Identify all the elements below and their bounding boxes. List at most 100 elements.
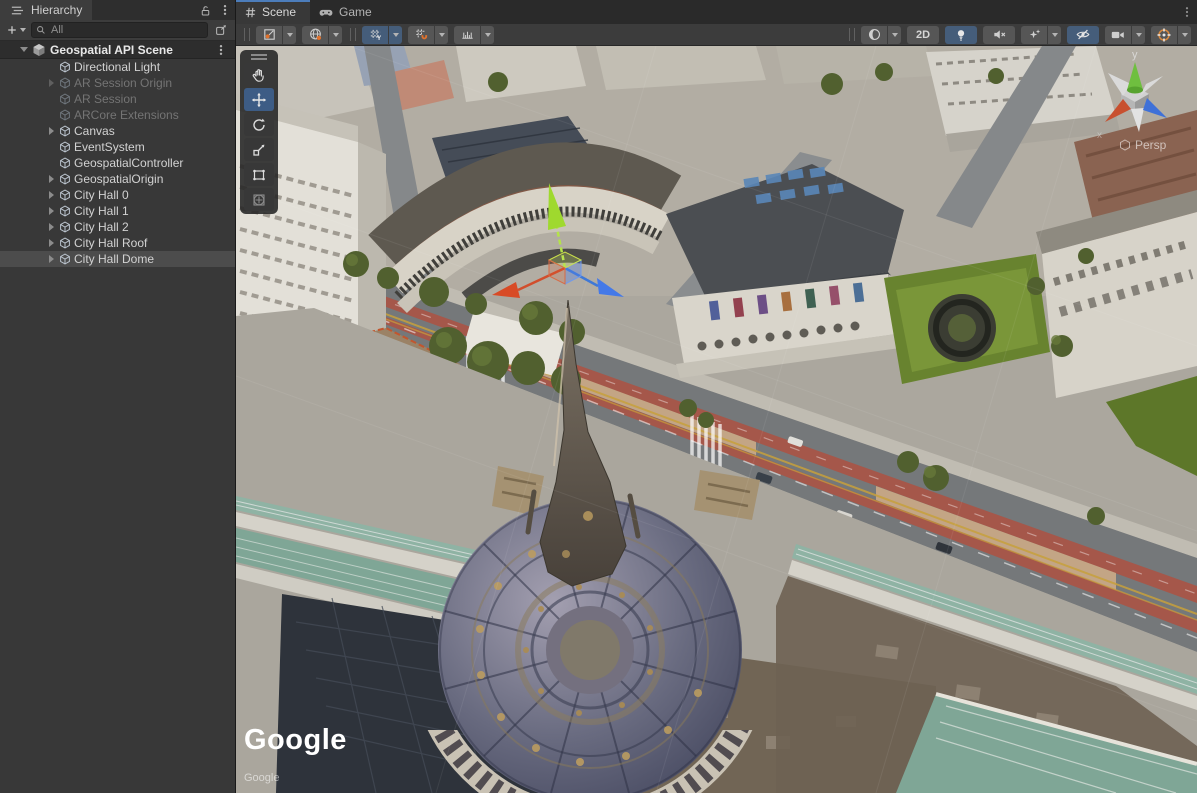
gizmos-dropdown[interactable] xyxy=(1178,26,1191,44)
expand-arrow-icon[interactable] xyxy=(46,207,56,215)
grid-visibility-button[interactable]: Y xyxy=(362,26,388,44)
scene-tab-label: Scene xyxy=(262,5,296,19)
scene-panel: Scene Game xyxy=(236,0,1197,793)
tab-game[interactable]: Game xyxy=(310,0,386,24)
hierarchy-panel: Hierarchy xyxy=(0,0,236,793)
scene-audio-button[interactable] xyxy=(983,26,1015,44)
orientation-gizmo[interactable]: y x Persp xyxy=(1075,46,1197,166)
grid-snapping-button[interactable] xyxy=(408,26,434,44)
scene-effects-button[interactable] xyxy=(1021,26,1047,44)
tabstrip-spacer xyxy=(92,0,195,20)
hierarchy-item[interactable]: City Hall Roof xyxy=(0,235,235,251)
tab-hierarchy[interactable]: Hierarchy xyxy=(0,0,92,20)
search-input[interactable] xyxy=(49,23,204,37)
expand-arrow-icon[interactable] xyxy=(46,159,56,167)
expand-arrow-icon[interactable] xyxy=(46,95,56,103)
chevron-down-icon xyxy=(20,28,26,32)
gameobject-cube-icon xyxy=(59,109,71,121)
scene-tabstrip: Scene Game xyxy=(236,0,1197,24)
scene-camera-dropdown[interactable] xyxy=(1132,26,1145,44)
gameobject-cube-icon xyxy=(59,77,71,89)
snap-increment-dropdown[interactable] xyxy=(481,26,494,44)
create-object-button[interactable] xyxy=(4,24,28,36)
scene-asset-row[interactable]: Geospatial API Scene xyxy=(0,41,235,59)
draw-mode-button[interactable] xyxy=(861,26,887,44)
expand-arrow-icon[interactable] xyxy=(46,239,56,247)
grid-visibility-dropdown[interactable] xyxy=(389,26,402,44)
tabstrip-spacer xyxy=(386,0,1177,24)
handle-position-dropdown[interactable] xyxy=(283,26,296,44)
overlay-drag-handle[interactable] xyxy=(244,28,250,41)
unity-scene-icon xyxy=(32,43,46,57)
search-icon xyxy=(35,24,47,36)
rotate-tool-button[interactable] xyxy=(244,113,274,136)
hierarchy-item-label: Directional Light xyxy=(74,60,160,74)
hierarchy-item[interactable]: Canvas xyxy=(0,123,235,139)
hierarchy-item[interactable]: AR Session xyxy=(0,91,235,107)
hierarchy-item[interactable]: GeospatialController xyxy=(0,155,235,171)
hierarchy-item-label: AR Session xyxy=(74,92,137,106)
scene-camera-button[interactable] xyxy=(1105,26,1131,44)
hierarchy-tree: Directional Light AR Session Origin AR S… xyxy=(0,59,235,793)
scene-effects-dropdown[interactable] xyxy=(1048,26,1061,44)
overlay-drag-handle[interactable] xyxy=(350,28,356,41)
svg-text:Y: Y xyxy=(376,35,381,42)
expand-arrow-icon[interactable] xyxy=(46,255,56,263)
gameobject-cube-icon xyxy=(59,237,71,249)
hierarchy-item[interactable]: City Hall 2 xyxy=(0,219,235,235)
hierarchy-item[interactable]: AR Session Origin xyxy=(0,75,235,91)
hierarchy-item[interactable]: ARCore Extensions xyxy=(0,107,235,123)
grid-snapping-dropdown[interactable] xyxy=(435,26,448,44)
hierarchy-toolbar xyxy=(0,20,235,41)
draw-mode-dropdown[interactable] xyxy=(888,26,901,44)
overlay-drag-handle[interactable] xyxy=(849,28,855,41)
handle-rotation-globe-button[interactable] xyxy=(302,26,328,44)
tab-scene[interactable]: Scene xyxy=(236,0,310,24)
expand-arrow-icon[interactable] xyxy=(46,175,56,183)
hierarchy-item[interactable]: City Hall 1 xyxy=(0,203,235,219)
scene-name: Geospatial API Scene xyxy=(50,43,207,57)
scene-viewport[interactable]: y x Persp Google xyxy=(236,46,1197,793)
projection-toggle[interactable]: Persp xyxy=(1119,138,1166,152)
snap-increment-button[interactable] xyxy=(454,26,480,44)
expand-arrow-icon[interactable] xyxy=(46,127,56,135)
scene-grid-icon xyxy=(244,6,257,19)
hierarchy-item[interactable]: GeospatialOrigin xyxy=(0,171,235,187)
transform-tool-button[interactable] xyxy=(244,188,274,211)
expand-open-icon[interactable] xyxy=(20,47,28,52)
hierarchy-item-label: GeospatialOrigin xyxy=(74,172,163,186)
scene-panel-kebab-icon[interactable] xyxy=(1177,0,1197,24)
2d-toggle-button[interactable]: 2D xyxy=(907,26,939,44)
handle-position-button[interactable] xyxy=(256,26,282,44)
scene-visibility-button[interactable] xyxy=(1067,26,1099,44)
expand-arrow-icon[interactable] xyxy=(46,111,56,119)
move-tool-button[interactable] xyxy=(244,88,274,111)
gameobject-cube-icon xyxy=(59,221,71,233)
scene-toolbar: Y xyxy=(236,24,1197,46)
scene-kebab-icon[interactable] xyxy=(211,44,231,56)
hierarchy-item[interactable]: City Hall Dome xyxy=(0,251,235,267)
gameobject-cube-icon xyxy=(59,189,71,201)
hierarchy-item[interactable]: Directional Light xyxy=(0,59,235,75)
gameobject-cube-icon xyxy=(59,173,71,185)
handle-rotation-dropdown[interactable] xyxy=(329,26,342,44)
kebab-menu-icon[interactable] xyxy=(215,0,235,20)
overlay-grab-handle[interactable] xyxy=(251,54,267,60)
hierarchy-searchbox[interactable] xyxy=(31,22,208,38)
gameobject-cube-icon xyxy=(59,141,71,153)
scene-lighting-button[interactable] xyxy=(945,26,977,44)
pick-object-icon[interactable] xyxy=(211,23,231,37)
scale-tool-button[interactable] xyxy=(244,138,274,161)
unlock-icon[interactable] xyxy=(195,0,215,20)
expand-arrow-icon[interactable] xyxy=(46,223,56,231)
expand-arrow-icon[interactable] xyxy=(46,79,56,87)
gizmos-button[interactable] xyxy=(1151,26,1177,44)
hierarchy-item[interactable]: City Hall 0 xyxy=(0,187,235,203)
rect-tool-button[interactable] xyxy=(244,163,274,186)
view-hand-tool-button[interactable] xyxy=(244,63,274,86)
hierarchy-tab-label: Hierarchy xyxy=(31,3,82,17)
expand-arrow-icon[interactable] xyxy=(46,63,56,71)
expand-arrow-icon[interactable] xyxy=(46,191,56,199)
expand-arrow-icon[interactable] xyxy=(46,143,56,151)
hierarchy-item[interactable]: EventSystem xyxy=(0,139,235,155)
